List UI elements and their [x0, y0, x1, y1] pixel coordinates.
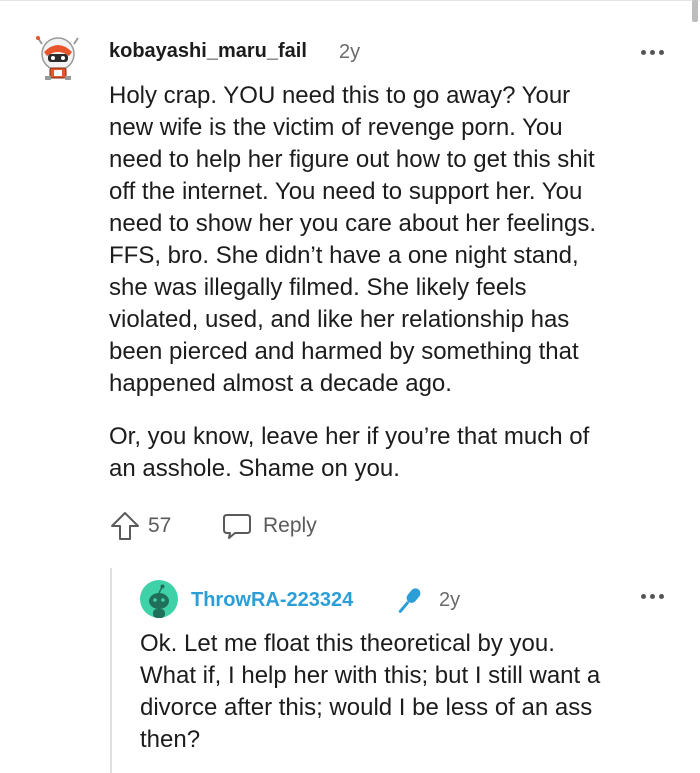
text-line: need to help her figure out how to get t…: [109, 146, 595, 173]
comment-author[interactable]: kobayashi_maru_fail: [109, 40, 307, 63]
top-divider: [0, 0, 700, 1]
text-line: she was illegally filmed. She likely fee…: [109, 274, 527, 301]
text-line: need to show her you care about her feel…: [109, 210, 596, 237]
text-line: Holy crap. YOU need this to go away? You…: [109, 82, 571, 109]
text-line: Ok. Let me float this theoretical by you…: [140, 630, 555, 657]
reply-button[interactable]: Reply: [221, 508, 331, 544]
thread-line[interactable]: [110, 568, 112, 773]
vote-count: 57: [148, 514, 172, 537]
text-line: been pierced and harmed by something tha…: [109, 338, 579, 365]
text-line: Or, you know, leave her if you’re that m…: [109, 423, 590, 450]
comment-paragraph-2: Or, you know, leave her if you’re that m…: [109, 421, 669, 485]
text-line: off the internet. You need to support he…: [109, 178, 583, 205]
reply-author[interactable]: ThrowRA-223324: [191, 589, 353, 612]
microphone-icon: [391, 583, 427, 619]
more-options-icon[interactable]: [639, 40, 667, 64]
text-line: FFS, bro. She didn’t have a one night st…: [109, 242, 579, 269]
comment-age: 2y: [339, 41, 361, 63]
text-line: What if, I help her with this; but I sti…: [140, 662, 601, 689]
speech-bubble-icon: [221, 510, 253, 542]
reply-body: Ok. Let me float this theoretical by you…: [140, 628, 680, 756]
reply-age: 2y: [439, 589, 461, 611]
text-line: an asshole. Shame on you.: [109, 455, 400, 482]
comment-paragraph-1: Holy crap. YOU need this to go away? You…: [109, 80, 669, 400]
reply-label: Reply: [263, 514, 317, 537]
snoo-avatar-icon[interactable]: [140, 580, 178, 618]
text-line: happened almost a decade ago.: [109, 370, 452, 397]
text-line: divorce after this; would I be less of a…: [140, 694, 593, 721]
text-line: new wife is the victim of revenge porn. …: [109, 114, 563, 141]
text-line: violated, used, and like her relationshi…: [109, 306, 570, 333]
robot-avatar-icon[interactable]: [35, 32, 81, 82]
text-line: then?: [140, 726, 201, 753]
more-options-icon[interactable]: [639, 584, 667, 608]
scrollbar-thumb[interactable]: [692, 0, 698, 22]
upvote-icon[interactable]: [109, 510, 141, 542]
